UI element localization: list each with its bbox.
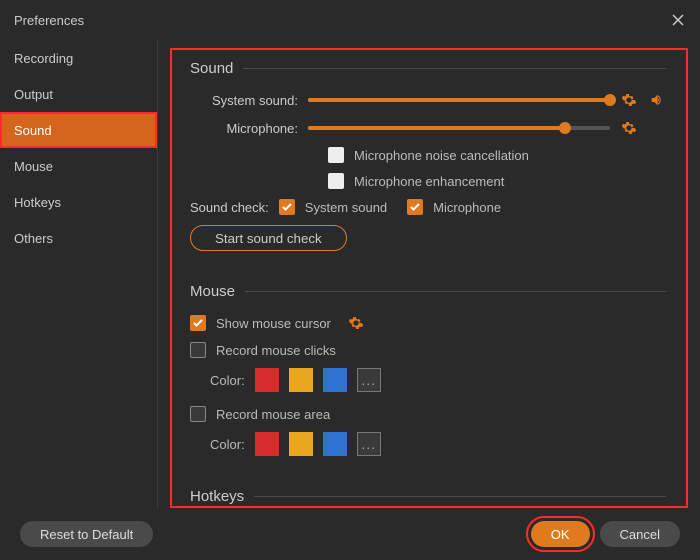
enhancement-checkbox[interactable] xyxy=(328,173,344,189)
microphone-label: Microphone: xyxy=(190,121,298,136)
noise-cancel-label: Microphone noise cancellation xyxy=(354,148,529,163)
start-check-row: Start sound check xyxy=(190,225,666,251)
check-mic-label: Microphone xyxy=(433,200,501,215)
sidebar-item-label: Sound xyxy=(14,123,52,138)
record-clicks-row: Record mouse clicks xyxy=(190,342,666,358)
gear-icon[interactable] xyxy=(620,91,638,109)
sidebar-item-output[interactable]: Output xyxy=(0,76,157,112)
color-swatch-yellow[interactable] xyxy=(289,432,313,456)
check-system-label: System sound xyxy=(305,200,387,215)
footer: Reset to Default OK Cancel xyxy=(0,508,700,560)
area-color-row: Color: ... xyxy=(210,432,666,456)
close-icon[interactable] xyxy=(670,12,686,28)
reset-default-button[interactable]: Reset to Default xyxy=(20,521,153,547)
sidebar-item-label: Others xyxy=(14,231,53,246)
sound-check-row: Sound check: System sound Microphone xyxy=(190,199,666,215)
more-colors-button[interactable]: ... xyxy=(357,368,381,392)
system-sound-slider[interactable] xyxy=(308,92,610,108)
sound-check-label: Sound check: xyxy=(190,200,269,215)
microphone-slider[interactable] xyxy=(308,120,610,136)
microphone-row: Microphone: xyxy=(190,119,666,137)
ok-button[interactable]: OK xyxy=(531,521,590,547)
record-area-label: Record mouse area xyxy=(216,407,330,422)
start-sound-check-button[interactable]: Start sound check xyxy=(190,225,347,251)
enhancement-row: Microphone enhancement xyxy=(328,173,666,189)
check-mic-checkbox[interactable] xyxy=(407,199,423,215)
sidebar-item-sound[interactable]: Sound xyxy=(0,112,157,148)
section-sound: Sound System sound: xyxy=(190,60,666,269)
sidebar-item-hotkeys[interactable]: Hotkeys xyxy=(0,184,157,220)
system-sound-label: System sound: xyxy=(190,93,298,108)
color-label: Color: xyxy=(210,373,245,388)
color-swatch-yellow[interactable] xyxy=(289,368,313,392)
clicks-color-row: Color: ... xyxy=(210,368,666,392)
sidebar-item-others[interactable]: Others xyxy=(0,220,157,256)
content: Sound System sound: xyxy=(170,48,688,508)
sidebar-item-recording[interactable]: Recording xyxy=(0,40,157,76)
content-wrap: Sound System sound: xyxy=(158,40,700,508)
color-label: Color: xyxy=(210,437,245,452)
section-heading: Hotkeys xyxy=(190,488,254,505)
preferences-window: Preferences Recording Output Sound Mouse… xyxy=(0,0,700,560)
more-colors-button[interactable]: ... xyxy=(357,432,381,456)
system-sound-row: System sound: xyxy=(190,91,666,109)
speaker-icon[interactable] xyxy=(648,91,666,109)
show-cursor-checkbox[interactable] xyxy=(190,315,206,331)
enhancement-label: Microphone enhancement xyxy=(354,174,504,189)
cancel-button[interactable]: Cancel xyxy=(600,521,680,547)
sidebar: Recording Output Sound Mouse Hotkeys Oth… xyxy=(0,40,158,508)
record-area-row: Record mouse area xyxy=(190,406,666,422)
section-heading: Mouse xyxy=(190,283,245,300)
check-system-checkbox[interactable] xyxy=(279,199,295,215)
section-heading: Sound xyxy=(190,60,243,77)
color-swatch-red[interactable] xyxy=(255,368,279,392)
sidebar-item-label: Output xyxy=(14,87,53,102)
noise-cancel-row: Microphone noise cancellation xyxy=(328,147,666,163)
sidebar-item-label: Mouse xyxy=(14,159,53,174)
sidebar-item-label: Recording xyxy=(14,51,73,66)
gear-icon[interactable] xyxy=(620,119,638,137)
window-title: Preferences xyxy=(14,13,84,28)
noise-cancel-checkbox[interactable] xyxy=(328,147,344,163)
titlebar: Preferences xyxy=(0,0,700,40)
record-clicks-label: Record mouse clicks xyxy=(216,343,336,358)
section-hotkeys: Hotkeys xyxy=(190,488,666,508)
sidebar-item-label: Hotkeys xyxy=(14,195,61,210)
show-cursor-row: Show mouse cursor xyxy=(190,314,666,332)
color-swatch-red[interactable] xyxy=(255,432,279,456)
record-clicks-checkbox[interactable] xyxy=(190,342,206,358)
show-cursor-label: Show mouse cursor xyxy=(216,316,331,331)
color-swatch-blue[interactable] xyxy=(323,368,347,392)
gear-icon[interactable] xyxy=(347,314,365,332)
record-area-checkbox[interactable] xyxy=(190,406,206,422)
color-swatch-blue[interactable] xyxy=(323,432,347,456)
sidebar-item-mouse[interactable]: Mouse xyxy=(0,148,157,184)
section-mouse: Mouse Show mouse cursor Record mouse cli… xyxy=(190,283,666,474)
window-body: Recording Output Sound Mouse Hotkeys Oth… xyxy=(0,40,700,508)
